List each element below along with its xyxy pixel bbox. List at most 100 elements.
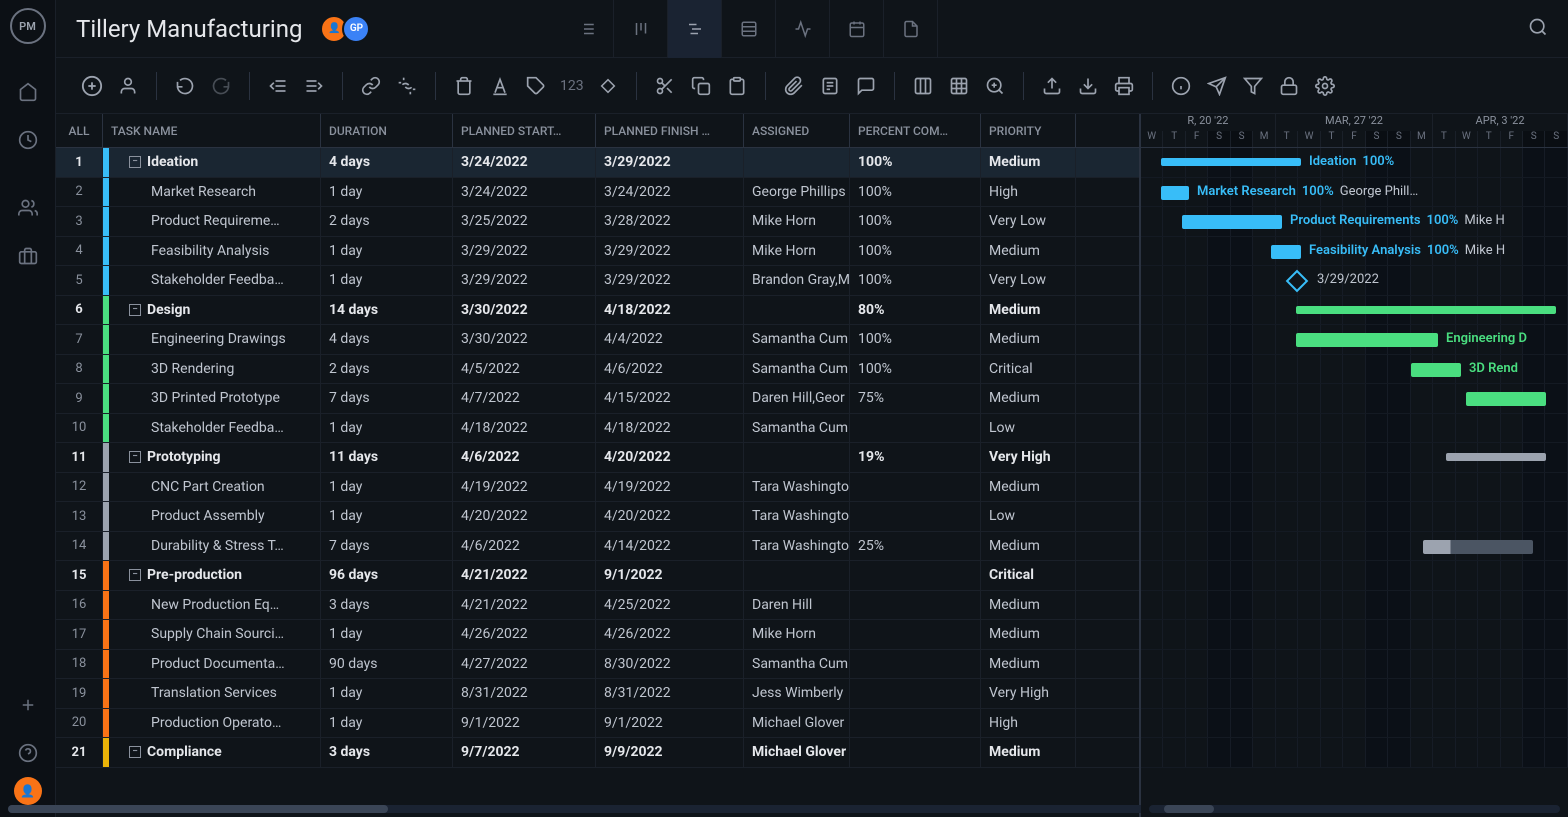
gantt-row[interactable]: Product Requirements100%Mike H bbox=[1141, 207, 1568, 237]
cut-icon[interactable] bbox=[649, 70, 681, 102]
duration-cell[interactable]: 4 days bbox=[321, 148, 453, 177]
gantt-row[interactable] bbox=[1141, 650, 1568, 680]
gantt-row[interactable]: Feasibility Analysis100%Mike H bbox=[1141, 237, 1568, 267]
task-row[interactable]: 17 Supply Chain Sourci… 1 day 4/26/2022 … bbox=[56, 620, 1139, 650]
assigned-cell[interactable]: Samantha Cum bbox=[744, 414, 850, 443]
assigned-cell[interactable]: George Phillips bbox=[744, 178, 850, 207]
gantt-row[interactable] bbox=[1141, 296, 1568, 326]
start-cell[interactable]: 4/5/2022 bbox=[453, 355, 596, 384]
col-header-priority[interactable]: PRIORITY bbox=[981, 114, 1076, 147]
percent-cell[interactable]: 100% bbox=[850, 207, 981, 236]
start-cell[interactable]: 4/6/2022 bbox=[453, 443, 596, 472]
duration-cell[interactable]: 1 day bbox=[321, 414, 453, 443]
col-header-start[interactable]: PLANNED START… bbox=[453, 114, 596, 147]
percent-cell[interactable]: 19% bbox=[850, 443, 981, 472]
assigned-cell[interactable]: Mike Horn bbox=[744, 207, 850, 236]
priority-cell[interactable]: Medium bbox=[981, 325, 1076, 354]
grid-icon[interactable] bbox=[943, 70, 975, 102]
gantt-row[interactable] bbox=[1141, 738, 1568, 768]
task-row[interactable]: 10 Stakeholder Feedba… 1 day 4/18/2022 4… bbox=[56, 414, 1139, 444]
col-header-percent[interactable]: PERCENT COM… bbox=[850, 114, 981, 147]
text-color-icon[interactable] bbox=[484, 70, 516, 102]
priority-cell[interactable]: Very High bbox=[981, 679, 1076, 708]
task-name-cell[interactable]: Product Documenta… bbox=[103, 650, 321, 679]
finish-cell[interactable]: 4/25/2022 bbox=[596, 591, 744, 620]
priority-cell[interactable]: Low bbox=[981, 502, 1076, 531]
start-cell[interactable]: 4/26/2022 bbox=[453, 620, 596, 649]
priority-cell[interactable]: Medium bbox=[981, 738, 1076, 767]
tag-icon[interactable] bbox=[520, 70, 552, 102]
app-logo[interactable]: PM bbox=[10, 8, 46, 44]
priority-cell[interactable]: Very High bbox=[981, 443, 1076, 472]
priority-cell[interactable]: Medium bbox=[981, 591, 1076, 620]
member-avatars[interactable]: 👤 GP bbox=[320, 15, 370, 43]
start-cell[interactable]: 4/6/2022 bbox=[453, 532, 596, 561]
start-cell[interactable]: 4/20/2022 bbox=[453, 502, 596, 531]
task-row[interactable]: 2 Market Research 1 day 3/24/2022 3/24/2… bbox=[56, 178, 1139, 208]
filter-icon[interactable] bbox=[1237, 70, 1269, 102]
task-row[interactable]: 7 Engineering Drawings 4 days 3/30/2022 … bbox=[56, 325, 1139, 355]
assigned-cell[interactable] bbox=[744, 561, 850, 590]
finish-cell[interactable]: 4/18/2022 bbox=[596, 296, 744, 325]
task-name-cell[interactable]: −Prototyping bbox=[103, 443, 321, 472]
collapse-icon[interactable]: − bbox=[129, 156, 141, 168]
priority-cell[interactable]: Medium bbox=[981, 148, 1076, 177]
duration-cell[interactable]: 1 day bbox=[321, 266, 453, 295]
task-name-cell[interactable]: −Compliance bbox=[103, 738, 321, 767]
redo-icon[interactable] bbox=[205, 70, 237, 102]
view-sheet-icon[interactable] bbox=[722, 0, 776, 58]
gantt-row[interactable] bbox=[1141, 384, 1568, 414]
gantt-row[interactable] bbox=[1141, 502, 1568, 532]
assigned-cell[interactable]: Michael Glover bbox=[744, 738, 850, 767]
task-name-cell[interactable]: Stakeholder Feedba… bbox=[103, 414, 321, 443]
finish-cell[interactable]: 4/20/2022 bbox=[596, 502, 744, 531]
col-header-finish[interactable]: PLANNED FINISH … bbox=[596, 114, 744, 147]
print-icon[interactable] bbox=[1108, 70, 1140, 102]
percent-cell[interactable] bbox=[850, 738, 981, 767]
assigned-cell[interactable]: Brandon Gray,M bbox=[744, 266, 850, 295]
finish-cell[interactable]: 4/19/2022 bbox=[596, 473, 744, 502]
add-task-icon[interactable] bbox=[76, 70, 108, 102]
task-name-cell[interactable]: New Production Eq… bbox=[103, 591, 321, 620]
finish-cell[interactable]: 4/15/2022 bbox=[596, 384, 744, 413]
assigned-cell[interactable] bbox=[744, 443, 850, 472]
duration-cell[interactable]: 14 days bbox=[321, 296, 453, 325]
task-name-cell[interactable]: Market Research bbox=[103, 178, 321, 207]
task-name-cell[interactable]: Production Operato… bbox=[103, 709, 321, 738]
col-header-duration[interactable]: DURATION bbox=[321, 114, 453, 147]
task-name-cell[interactable]: Engineering Drawings bbox=[103, 325, 321, 354]
task-name-cell[interactable]: −Pre-production bbox=[103, 561, 321, 590]
attachment-icon[interactable] bbox=[778, 70, 810, 102]
gantt-bar[interactable] bbox=[1296, 333, 1438, 347]
milestone-icon[interactable] bbox=[592, 70, 624, 102]
priority-cell[interactable]: Medium bbox=[981, 237, 1076, 266]
percent-cell[interactable] bbox=[850, 591, 981, 620]
assigned-cell[interactable]: Tara Washingto bbox=[744, 473, 850, 502]
horizontal-scrollbar[interactable] bbox=[56, 805, 1141, 813]
task-name-cell[interactable]: Product Assembly bbox=[103, 502, 321, 531]
task-row[interactable]: 8 3D Rendering 2 days 4/5/2022 4/6/2022 … bbox=[56, 355, 1139, 385]
info-icon[interactable] bbox=[1165, 70, 1197, 102]
collapse-icon[interactable]: − bbox=[129, 569, 141, 581]
duration-cell[interactable]: 90 days bbox=[321, 650, 453, 679]
help-icon[interactable] bbox=[0, 729, 56, 777]
percent-cell[interactable] bbox=[850, 650, 981, 679]
gantt-bar[interactable] bbox=[1411, 363, 1461, 377]
add-icon[interactable] bbox=[0, 681, 56, 729]
finish-cell[interactable]: 4/6/2022 bbox=[596, 355, 744, 384]
start-cell[interactable]: 4/21/2022 bbox=[453, 591, 596, 620]
gantt-row[interactable]: 3D Rend bbox=[1141, 355, 1568, 385]
priority-cell[interactable]: Low bbox=[981, 414, 1076, 443]
collapse-icon[interactable]: − bbox=[129, 304, 141, 316]
percent-cell[interactable] bbox=[850, 502, 981, 531]
task-row[interactable]: 14 Durability & Stress T… 7 days 4/6/202… bbox=[56, 532, 1139, 562]
gantt-row[interactable] bbox=[1141, 620, 1568, 650]
task-name-cell[interactable]: 3D Rendering bbox=[103, 355, 321, 384]
assigned-cell[interactable]: Samantha Cum bbox=[744, 355, 850, 384]
task-name-cell[interactable]: Durability & Stress T… bbox=[103, 532, 321, 561]
delete-icon[interactable] bbox=[448, 70, 480, 102]
finish-cell[interactable]: 4/26/2022 bbox=[596, 620, 744, 649]
duration-cell[interactable]: 1 day bbox=[321, 237, 453, 266]
assigned-cell[interactable]: Daren Hill bbox=[744, 591, 850, 620]
assigned-cell[interactable]: Mike Horn bbox=[744, 620, 850, 649]
